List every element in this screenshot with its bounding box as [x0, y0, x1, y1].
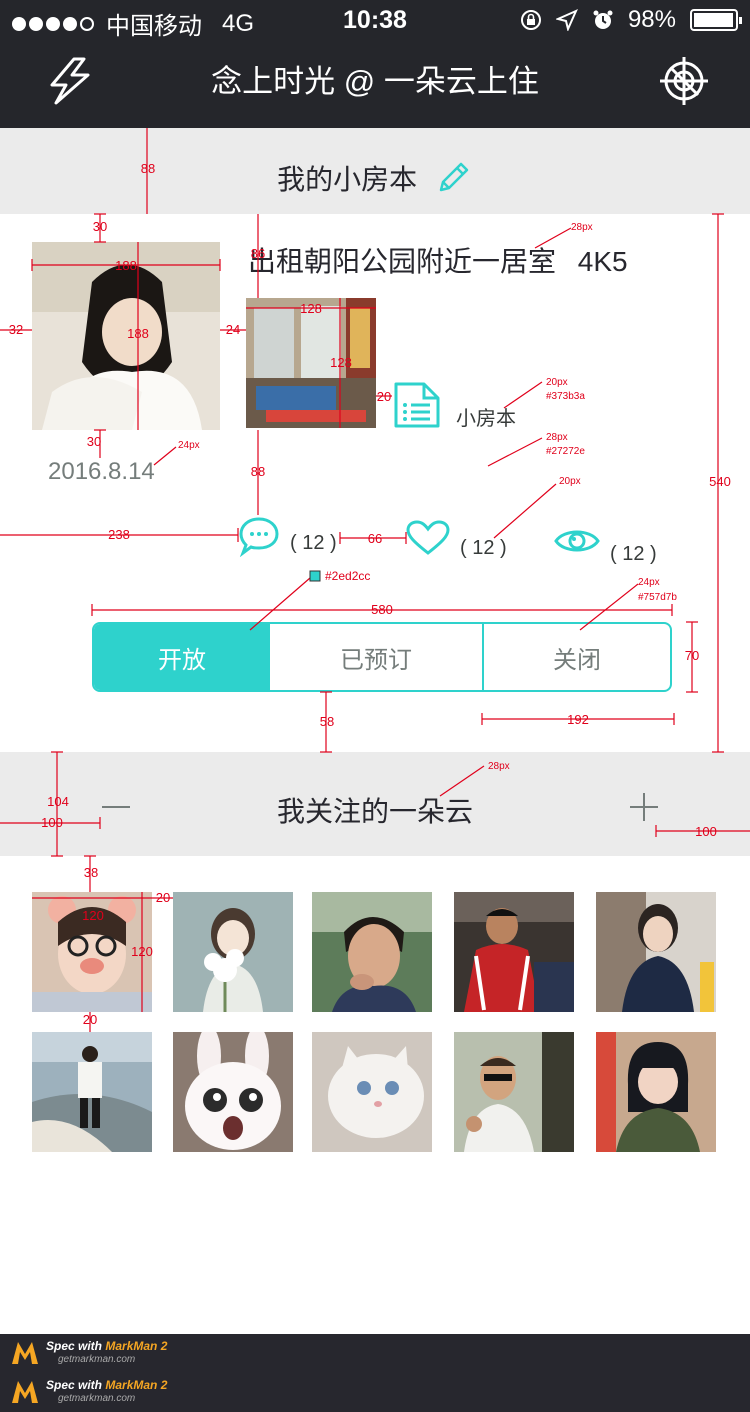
like-stat[interactable]: ( 12 ) [406, 515, 507, 560]
avatar[interactable] [32, 892, 152, 1012]
avatar[interactable] [454, 1032, 574, 1152]
markman-logo-icon [12, 1381, 38, 1403]
top-bar: 中国移动 4G 10:38 98% 念上时光 @ 一朵云上住 [0, 0, 750, 128]
location-icon [555, 9, 578, 31]
listing-name: 出租朝阳公园附近一居室 [248, 246, 557, 277]
markman-badge: Spec with MarkMan 2 getmarkman.com [10, 1379, 167, 1405]
status-segmented-control: 开放 已预订 关闭 [92, 622, 672, 692]
avatar[interactable] [32, 1032, 152, 1152]
profile-photo[interactable] [32, 242, 220, 430]
spec-note: 24px [178, 440, 200, 451]
spec-label: 20 [377, 389, 391, 404]
spec-label: 24 [226, 322, 240, 337]
comment-stat[interactable]: ( 12 ) [238, 515, 337, 557]
spec-label: 540 [709, 474, 731, 489]
comment-icon [239, 517, 279, 557]
document-label[interactable]: 小房本 [456, 402, 516, 431]
like-count: ( 12 ) [460, 537, 507, 559]
markman-brand: MarkMan 2 [105, 1339, 168, 1353]
plus-icon[interactable] [628, 792, 660, 822]
spec-note: #2ed2cc [325, 569, 370, 583]
spec-label: 238 [108, 527, 130, 542]
spec-label: 66 [368, 531, 382, 546]
spec-label: 192 [567, 712, 589, 727]
spec-note: 28px [546, 432, 568, 443]
section-room-title: 我的小房本 [277, 164, 418, 195]
spec-note: #757d7b [638, 592, 677, 603]
avatar[interactable] [312, 892, 432, 1012]
alarm-icon [593, 10, 613, 29]
spec-label: 20 [83, 1012, 97, 1027]
spec-label: 30 [87, 434, 101, 449]
listing-date: 2016.8.14 [48, 458, 155, 485]
markman-url: getmarkman.com [58, 1393, 136, 1404]
eye-icon [554, 530, 600, 551]
room-photo[interactable] [246, 298, 376, 428]
pencil-icon[interactable] [433, 158, 473, 198]
document-icon[interactable] [392, 380, 442, 430]
section-follow-header: 我关注的一朵云 [0, 752, 750, 856]
avatar[interactable] [173, 1032, 293, 1152]
spec-label: 88 [251, 464, 265, 479]
heart-icon [406, 519, 450, 555]
spec-label: 38 [84, 865, 98, 880]
view-count: ( 12 ) [610, 543, 657, 565]
avatar[interactable] [454, 892, 574, 1012]
markman-badge: Spec with MarkMan 2 getmarkman.com [10, 1340, 167, 1366]
avatar[interactable] [596, 1032, 716, 1152]
spec-note: 28px [571, 222, 593, 233]
status-right: 98% [520, 6, 742, 34]
page-title: 念上时光 @ 一朵云上住 [211, 64, 539, 99]
battery-percent: 98% [627, 6, 676, 33]
view-stat[interactable]: ( 12 ) [554, 515, 657, 566]
listing-title[interactable]: 出租朝阳公园附近一居室 4K5 [248, 240, 628, 280]
spec-note: 20px [559, 476, 581, 487]
markman-label: Spec with [46, 1339, 103, 1353]
segment-booked[interactable]: 已预订 [270, 624, 482, 690]
spec-label: 32 [9, 322, 23, 337]
battery-icon [690, 9, 742, 31]
markman-label: Spec with [46, 1378, 103, 1392]
spec-note: #27272e [546, 446, 585, 457]
spec-note: 24px [638, 577, 660, 588]
spec-label: 30 [93, 219, 107, 234]
crosshair-icon[interactable] [658, 55, 710, 107]
spec-label: 70 [685, 648, 699, 663]
markman-brand: MarkMan 2 [105, 1378, 168, 1392]
listing-price: 4K5 [577, 246, 628, 277]
comment-count: ( 12 ) [290, 531, 337, 554]
markman-bar: Spec with MarkMan 2 getmarkman.com Spec w… [0, 1334, 750, 1412]
spec-note: #373b3a [546, 391, 585, 402]
rotation-lock-icon [520, 10, 541, 30]
markman-logo-icon [12, 1342, 38, 1364]
section-room-header: 我的小房本 [0, 128, 750, 214]
markman-url: getmarkman.com [58, 1354, 136, 1365]
spec-label: 58 [320, 714, 334, 729]
segment-open[interactable]: 开放 [94, 624, 270, 690]
avatar[interactable] [596, 892, 716, 1012]
spec-note: 20px [546, 377, 568, 388]
status-bar: 中国移动 4G 10:38 98% [0, 0, 750, 40]
avatar[interactable] [312, 1032, 432, 1152]
spec-label: 20 [156, 890, 170, 905]
segment-closed[interactable]: 关闭 [482, 624, 670, 690]
spec-label: 580 [371, 602, 393, 617]
avatar[interactable] [173, 892, 293, 1012]
